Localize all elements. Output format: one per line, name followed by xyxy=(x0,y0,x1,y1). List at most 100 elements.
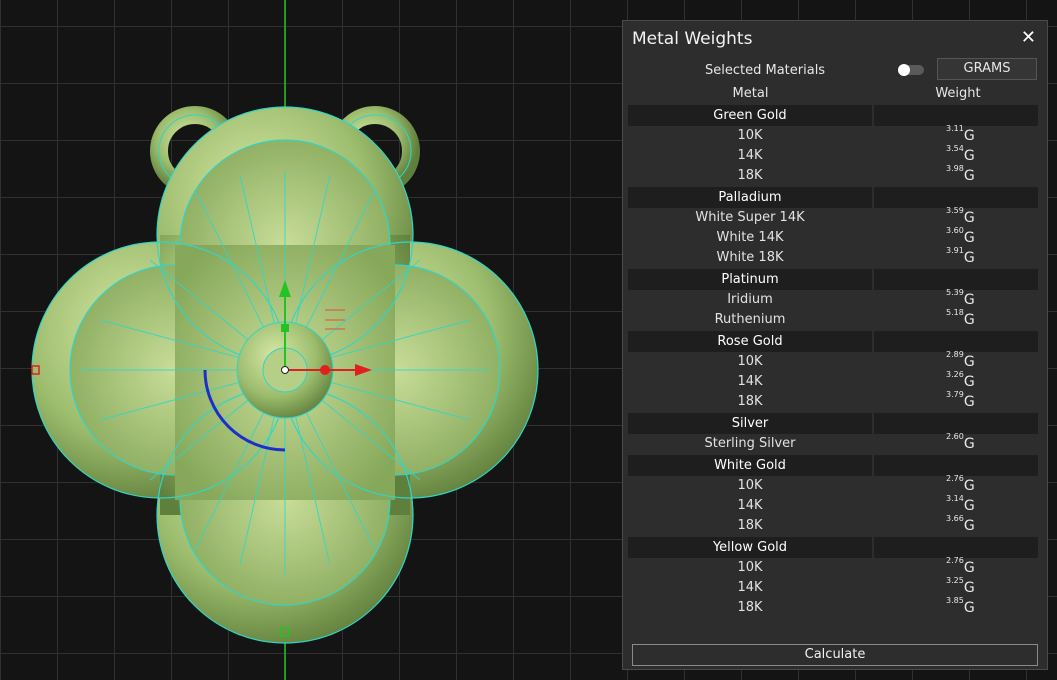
weight-unit: G xyxy=(963,312,975,328)
group-weight-cell xyxy=(874,331,1038,352)
group-weight-cell xyxy=(874,413,1038,434)
table-header: Metal Weight xyxy=(628,86,1038,104)
metal-name: Ruthenium xyxy=(714,312,786,327)
metal-weight: 3.98G xyxy=(946,164,975,187)
metal-row[interactable]: Ruthenium 5.18G xyxy=(628,308,1038,330)
weight-unit: G xyxy=(963,354,975,370)
weight-value: 5.18 xyxy=(946,308,964,317)
weight-value: 3.91 xyxy=(946,246,964,255)
weight-unit: G xyxy=(963,580,975,596)
metal-name: 14K xyxy=(737,580,763,595)
weight-unit: G xyxy=(963,498,975,514)
metal-row[interactable]: 18K 3.98G xyxy=(628,164,1038,187)
metal-weight: 3.91G xyxy=(946,246,975,269)
metal-row[interactable]: 10K 3.11G xyxy=(628,124,1038,146)
metal-row[interactable]: White 14K 3.60G xyxy=(628,226,1038,248)
weight-value: 3.14 xyxy=(946,494,964,503)
group-header: Rose Gold xyxy=(628,331,1038,352)
weight-unit: G xyxy=(963,210,975,226)
weight-unit: G xyxy=(963,560,975,576)
metal-name: White 14K xyxy=(716,230,784,245)
metal-weight: 3.85G xyxy=(946,596,975,619)
weight-value: 2.89 xyxy=(946,350,964,359)
group-name: Palladium xyxy=(628,187,872,208)
weight-value: 3.54 xyxy=(946,144,964,153)
weight-unit: G xyxy=(963,374,975,390)
metal-table: Green Gold 10K 3.11G 14K 3.54G 18K 3.98G Pallad… xyxy=(628,104,1038,618)
metal-name: 18K xyxy=(737,394,763,409)
metal-row[interactable]: Iridium 5.39G xyxy=(628,288,1038,310)
column-header-weight: Weight xyxy=(935,86,981,101)
group-weight-cell xyxy=(874,269,1038,290)
group-name: White Gold xyxy=(628,455,872,476)
column-header-metal: Metal xyxy=(732,86,769,101)
weight-value: 3.11 xyxy=(946,124,964,133)
weight-value: 2.60 xyxy=(946,432,964,441)
metal-row[interactable]: 18K 3.79G xyxy=(628,390,1038,413)
toggle-knob xyxy=(898,64,910,76)
metal-weight: 3.79G xyxy=(946,390,975,413)
weight-unit: G xyxy=(963,230,975,246)
weight-value: 3.59 xyxy=(946,206,964,215)
metal-weight: 2.60G xyxy=(946,432,975,455)
metal-row[interactable]: 14K 3.14G xyxy=(628,494,1038,516)
weight-value: 3.85 xyxy=(946,596,964,605)
metal-row[interactable]: Sterling Silver 2.60G xyxy=(628,432,1038,455)
metal-name: 10K xyxy=(737,560,763,575)
weight-unit: G xyxy=(963,518,975,534)
metal-row[interactable]: 14K 3.25G xyxy=(628,576,1038,598)
metal-name: White 18K xyxy=(716,250,784,265)
group-name: Yellow Gold xyxy=(628,537,872,558)
weight-unit: G xyxy=(963,250,975,266)
metal-name: 14K xyxy=(737,374,763,389)
weight-unit: G xyxy=(963,600,975,616)
group-header: White Gold xyxy=(628,455,1038,476)
group-weight-cell xyxy=(874,105,1038,126)
metal-weights-panel: Metal Weights ✕ Selected Materials GRAMS… xyxy=(622,20,1048,670)
weight-unit: G xyxy=(963,394,975,410)
group-weight-cell xyxy=(874,537,1038,558)
weight-value: 3.26 xyxy=(946,370,964,379)
weight-value: 3.60 xyxy=(946,226,964,235)
metal-row[interactable]: 10K 2.89G xyxy=(628,350,1038,372)
metal-row[interactable]: 18K 3.85G xyxy=(628,596,1038,619)
selected-materials-label: Selected Materials xyxy=(705,63,826,78)
group-weight-cell xyxy=(874,187,1038,208)
metal-row[interactable]: 14K 3.54G xyxy=(628,144,1038,166)
metal-row[interactable]: 18K 3.66G xyxy=(628,514,1038,537)
metal-name: 10K xyxy=(737,354,763,369)
close-icon[interactable]: ✕ xyxy=(1021,27,1036,49)
selected-materials-toggle[interactable] xyxy=(898,64,924,76)
group-header: Platinum xyxy=(628,269,1038,290)
weight-value: 3.98 xyxy=(946,164,964,173)
pendant-model[interactable] xyxy=(0,0,620,680)
metal-name: 10K xyxy=(737,478,763,493)
metal-row[interactable]: 10K 2.76G xyxy=(628,474,1038,496)
metal-row[interactable]: 10K 2.76G xyxy=(628,556,1038,578)
units-button[interactable]: GRAMS xyxy=(937,58,1037,80)
metal-name: 14K xyxy=(737,498,763,513)
group-header: Palladium xyxy=(628,187,1038,208)
weight-value: 3.79 xyxy=(946,390,964,399)
metal-name: 18K xyxy=(737,600,763,615)
group-header: Silver xyxy=(628,413,1038,434)
weight-value: 3.25 xyxy=(946,576,964,585)
metal-weight: 3.66G xyxy=(946,514,975,537)
weight-unit: G xyxy=(963,478,975,494)
weight-value: 3.66 xyxy=(946,514,964,523)
metal-name: Sterling Silver xyxy=(704,436,796,451)
group-header: Green Gold xyxy=(628,105,1038,126)
panel-title: Metal Weights xyxy=(632,29,753,49)
calculate-button[interactable]: Calculate xyxy=(632,644,1038,666)
weight-unit: G xyxy=(963,436,975,452)
group-weight-cell xyxy=(874,455,1038,476)
group-header: Yellow Gold xyxy=(628,537,1038,558)
metal-name: 18K xyxy=(737,518,763,533)
metal-name: 14K xyxy=(737,148,763,163)
metal-row[interactable]: White Super 14K 3.59G xyxy=(628,206,1038,228)
weight-value: 2.76 xyxy=(946,474,964,483)
weight-unit: G xyxy=(963,168,975,184)
metal-row[interactable]: White 18K 3.91G xyxy=(628,246,1038,269)
metal-row[interactable]: 14K 3.26G xyxy=(628,370,1038,392)
weight-value: 2.76 xyxy=(946,556,964,565)
